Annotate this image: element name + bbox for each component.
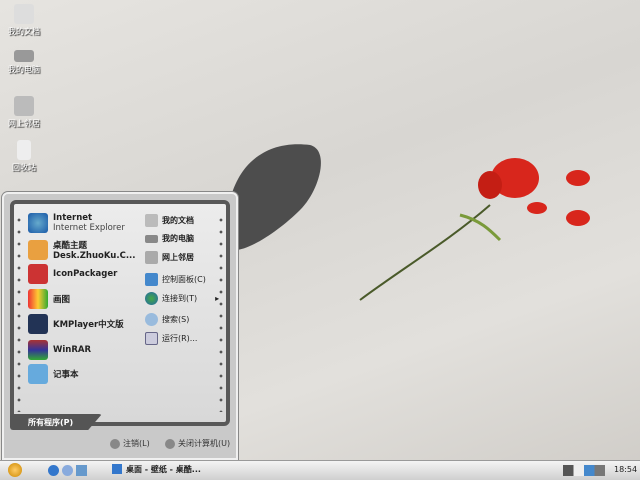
iconpackager-icon — [28, 264, 48, 284]
network-icon — [14, 96, 34, 116]
search-icon — [145, 313, 158, 326]
taskbar: 桌面 - 壁纸 - 桌酷... 18:54 — [0, 460, 640, 480]
paint-icon — [28, 289, 48, 309]
desktop-icon-recycle-bin[interactable]: 回收站 — [4, 140, 44, 173]
desktop-quicklaunch-icon[interactable] — [76, 465, 87, 476]
menu-item-my-documents[interactable]: 我的文档 — [145, 214, 194, 227]
notepad-icon — [28, 364, 48, 384]
logoff-icon — [110, 438, 120, 449]
kmplayer-icon — [28, 314, 48, 334]
menu-item-search[interactable]: 搜索(S) — [145, 313, 189, 326]
all-programs-button[interactable]: 所有程序(P) — [10, 414, 102, 430]
recycle-bin-icon — [17, 140, 31, 160]
desktop-icon-my-computer[interactable]: 我的电脑 — [4, 50, 44, 75]
logoff-button[interactable]: 注销(L) — [110, 438, 150, 449]
start-menu-panel — [10, 200, 230, 426]
submenu-arrow-icon: ▸ — [215, 294, 220, 303]
clock: 18:54 — [614, 465, 638, 474]
computer-icon — [145, 234, 158, 243]
menu-item-zhuoku[interactable]: 桌酷主题 Desk.ZhuoKu.C... — [28, 239, 136, 261]
menu-item-winrar[interactable]: WinRAR — [28, 340, 91, 360]
menu-item-kmplayer[interactable]: KMPlayer中文版 — [28, 314, 124, 334]
menu-item-iconpackager[interactable]: IconPackager — [28, 264, 117, 284]
documents-icon — [145, 214, 158, 227]
ie-icon — [112, 464, 122, 474]
theme-icon — [28, 240, 48, 260]
dots-decoration — [219, 214, 223, 412]
desktop-icon-my-documents[interactable]: 我的文档 — [4, 4, 44, 37]
menu-item-run[interactable]: 运行(R)... — [145, 332, 197, 345]
menu-item-network[interactable]: 网上邻居 — [145, 251, 194, 264]
network-icon — [145, 251, 158, 264]
desktop-icon-network[interactable]: 网上邻居 — [4, 96, 44, 129]
menu-item-control-panel[interactable]: 控制面板(C) — [145, 273, 206, 286]
system-tray-icons[interactable] — [563, 465, 605, 476]
media-quicklaunch-icon[interactable] — [62, 465, 73, 476]
documents-icon — [14, 4, 34, 24]
menu-item-paint[interactable]: 画图 — [28, 289, 70, 309]
winrar-icon — [28, 340, 48, 360]
start-button[interactable] — [8, 463, 22, 477]
menu-item-notepad[interactable]: 记事本 — [28, 364, 79, 384]
power-icon — [165, 438, 175, 449]
ie-icon — [28, 213, 48, 233]
menu-item-my-computer[interactable]: 我的电脑 — [145, 233, 194, 244]
connect-icon — [145, 292, 158, 305]
dots-decoration — [17, 214, 21, 412]
shutdown-button[interactable]: 关闭计算机(U) — [165, 438, 230, 449]
computer-icon — [14, 50, 34, 62]
run-icon — [145, 332, 158, 345]
taskbar-window-button[interactable]: 桌面 - 壁纸 - 桌酷... — [112, 464, 201, 475]
menu-item-connect-to[interactable]: 连接到(T) ▸ — [145, 292, 219, 305]
menu-item-internet[interactable]: Internet Internet Explorer — [28, 213, 125, 233]
control-panel-icon — [145, 273, 158, 286]
ie-quicklaunch-icon[interactable] — [48, 465, 59, 476]
